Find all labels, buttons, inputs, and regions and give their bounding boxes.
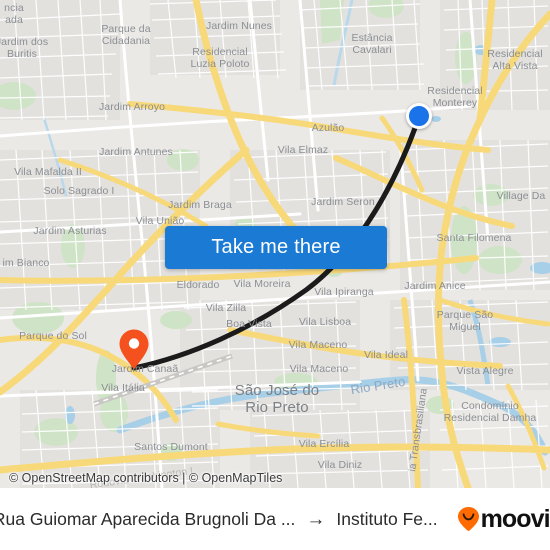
map-attribution[interactable]: © OpenStreetMap contributors | © OpenMap… (0, 471, 282, 488)
map-canvas[interactable]: ncia adaJardim dos BuritisParque da Cida… (0, 0, 550, 488)
trip-summary-bar: Rua Guiomar Aparecida Brugnoli Da ... → … (0, 488, 550, 550)
origin-marker-pin[interactable] (117, 328, 151, 370)
moovit-wordmark: moovit (480, 504, 550, 533)
moovit-pin-icon (457, 507, 479, 531)
arrow-right-icon: → (306, 508, 326, 530)
destination-label: Instituto Fe... (336, 508, 438, 529)
moovit-logo[interactable]: moovit (457, 506, 550, 532)
destination-marker[interactable] (406, 103, 432, 129)
map-pin-icon (119, 329, 149, 369)
moovit-trip-screen: ncia adaJardim dos BuritisParque da Cida… (0, 0, 550, 550)
take-me-there-button[interactable]: Take me there (165, 226, 387, 269)
origin-label: Rua Guiomar Aparecida Brugnoli Da ... (0, 508, 296, 529)
